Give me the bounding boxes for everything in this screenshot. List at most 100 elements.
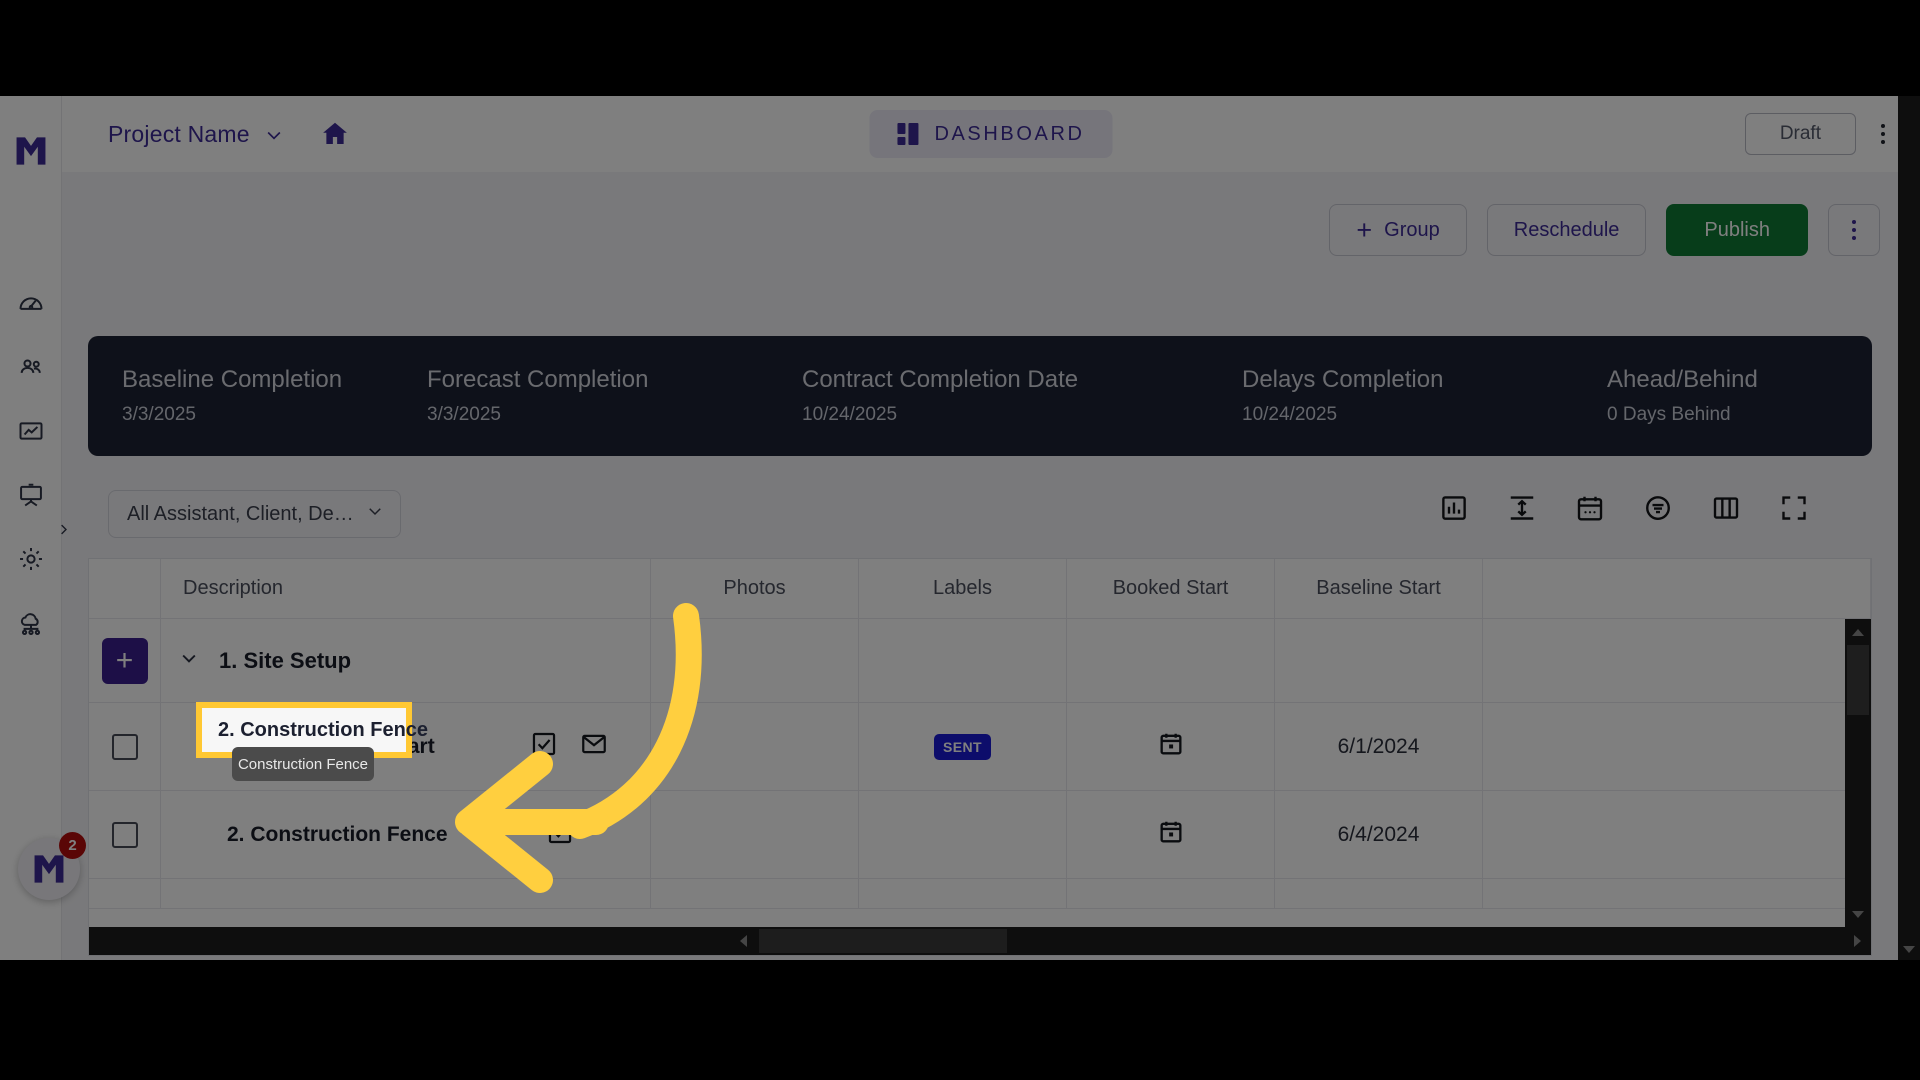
scrollbar-thumb[interactable] [1847,645,1869,715]
page-title-label: DASHBOARD [934,122,1085,145]
row-height-icon[interactable] [1506,492,1538,524]
scrollbar-thumb[interactable] [759,929,1007,953]
row-baseline-start-cell[interactable] [1275,879,1483,908]
row-booked-start-cell[interactable] [1067,791,1275,878]
row-photos-cell[interactable] [651,879,859,908]
row-overflow-cell [1483,703,1871,790]
table-row[interactable]: 1. Construction Start SENT 6/1/2024 [89,703,1871,791]
speedometer-icon [17,289,45,322]
table-header-row: Description Photos Labels Booked Start B… [89,559,1871,619]
publish-button[interactable]: Publish [1666,204,1808,256]
row-checkbox[interactable] [111,733,138,760]
completion-summary-bar: Baseline Completion 3/3/2025 Forecast Co… [88,336,1872,456]
project-selector[interactable]: Project Name [108,121,284,148]
sent-badge: SENT [934,733,991,760]
presentation-board-icon [17,481,45,514]
table-header-baseline-start[interactable]: Baseline Start [1275,559,1483,618]
scroll-down-arrow-icon[interactable] [1898,938,1920,960]
group-baseline-start-cell [1275,619,1483,702]
chevron-down-icon[interactable] [179,648,199,674]
table-header-photos[interactable]: Photos [651,559,859,618]
kebab-menu-icon[interactable] [1870,113,1896,155]
row-description-cell[interactable] [161,879,651,908]
sidebar-item-presentations[interactable] [12,478,50,516]
task-name-label: 2. Construction Fence [227,822,448,846]
sidebar-item-reports[interactable] [12,414,50,452]
fullscreen-icon[interactable] [1778,492,1810,524]
bar-chart-icon[interactable] [1438,492,1470,524]
more-actions-button[interactable] [1828,204,1880,256]
filter-icon[interactable] [1642,492,1674,524]
group-photos-cell [651,619,859,702]
columns-icon[interactable] [1710,492,1742,524]
home-button[interactable] [320,119,350,149]
table-row[interactable]: 2. Construction Fence 6/4/2024 [89,791,1871,879]
checkbox-checked-icon[interactable] [546,818,574,851]
scroll-right-arrow-icon[interactable] [1843,927,1871,955]
grid-vertical-scrollbar[interactable] [1845,619,1871,927]
page-vertical-scrollbar[interactable] [1898,96,1920,960]
row-description-icons [530,730,608,763]
add-row-button[interactable]: + [101,637,148,684]
table-group-row[interactable]: + 1. Site Setup [89,619,1871,703]
table-header-labels[interactable]: Labels [859,559,1067,618]
dashboard-tiles-icon [897,123,919,145]
summary-title: Ahead/Behind [1607,366,1758,393]
group-name-label: 1. Site Setup [219,647,352,673]
project-name-label: Project Name [108,120,250,147]
summary-cell-forecast-completion: Forecast Completion 3/3/2025 [409,366,784,426]
mastt-logo[interactable] [14,134,48,168]
table-header-booked-start[interactable]: Booked Start [1067,559,1275,618]
chat-launcher-button[interactable]: 2 [18,832,86,900]
row-photos-cell[interactable] [651,791,859,878]
scroll-left-arrow-icon[interactable] [729,927,757,955]
add-row-cell: + [89,619,161,702]
mastt-logo [32,852,66,886]
envelope-icon[interactable] [580,730,608,763]
row-labels-cell[interactable]: SENT [859,703,1067,790]
sidebar-item-integrations[interactable] [12,606,50,644]
action-toolbar: + Group Reschedule Publish [1329,204,1880,256]
grid-horizontal-scrollbar[interactable] [89,927,1871,955]
row-labels-cell[interactable] [859,791,1067,878]
status-badge[interactable]: Draft [1744,113,1856,155]
sidebar-item-team[interactable] [12,350,50,388]
calendar-icon[interactable] [1157,818,1185,851]
scroll-up-arrow-icon[interactable] [1845,619,1871,645]
summary-cell-delays-completion: Delays Completion 10/24/2025 [1224,366,1589,426]
cloud-network-icon [17,609,45,642]
sidebar-item-settings[interactable] [12,542,50,580]
reschedule-button[interactable]: Reschedule [1486,204,1647,256]
summary-value: 10/24/2025 [1242,404,1338,425]
row-photos-cell[interactable] [651,703,859,790]
summary-value: 3/3/2025 [427,404,501,425]
summary-title: Contract Completion Date [802,366,1079,393]
row-baseline-start-cell[interactable]: 6/1/2024 [1275,703,1483,790]
screenshot-stage: Project Name DASHBOARD Draft + Group Res… [0,0,1920,1080]
row-description-cell[interactable]: 1. Construction Start [161,703,651,790]
checkbox-checked-icon[interactable] [530,730,558,763]
summary-title: Delays Completion [1242,366,1444,393]
row-labels-cell[interactable] [859,879,1067,908]
scroll-down-arrow-icon[interactable] [1845,901,1871,927]
table-header-description[interactable]: Description [161,559,651,618]
add-group-button[interactable]: + Group [1329,204,1467,256]
group-name-cell[interactable]: 1. Site Setup [161,619,651,702]
row-booked-start-cell[interactable] [1067,879,1275,908]
row-description-cell[interactable]: 2. Construction Fence [161,791,651,878]
entity-filter-dropdown[interactable]: All Assistant, Client, De… [108,490,401,538]
table-row[interactable] [89,879,1871,909]
row-select-cell [89,703,161,790]
plus-icon: + [1356,214,1373,245]
row-checkbox[interactable] [111,821,138,848]
people-icon [17,353,45,386]
row-booked-start-cell[interactable] [1067,703,1275,790]
group-overflow-cell [1483,619,1871,702]
calendar-icon[interactable] [1157,730,1185,763]
row-select-cell [89,879,161,908]
sidebar-item-dashboard[interactable] [12,286,50,324]
row-baseline-start-cell[interactable]: 6/4/2024 [1275,791,1483,878]
row-description-icons [546,818,574,851]
sidebar-expand-button[interactable] [52,521,74,543]
calendar-icon[interactable] [1574,492,1606,524]
